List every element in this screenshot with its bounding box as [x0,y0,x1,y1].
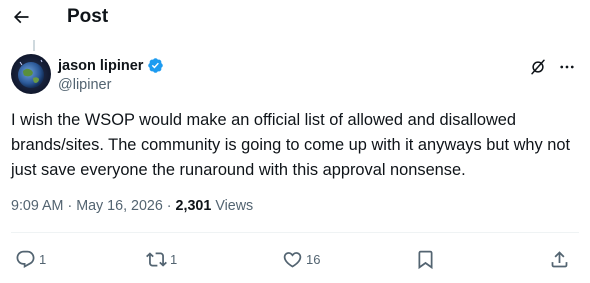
action-bar: 1 1 16 [0,246,590,272]
post-text: I wish the WSOP would make an official l… [11,111,575,179]
post-date[interactable]: May 16, 2026 [76,198,163,214]
more-icon [560,65,574,69]
grok-button[interactable] [528,57,548,77]
page-title: Post [67,6,109,27]
more-button[interactable] [555,57,579,77]
thread-line [33,40,35,51]
back-button[interactable] [8,4,34,30]
share-icon [551,250,568,267]
repost-icon [146,251,167,267]
reply-count: 1 [39,251,47,267]
repost-count: 1 [170,251,178,267]
reply-button[interactable]: 1 [15,246,46,272]
bookmark-icon [418,250,433,269]
meta-separator: · [63,198,77,214]
views-label: Views [215,198,254,214]
repost-button[interactable]: 1 [146,246,177,272]
header: Post [0,0,590,36]
views-count: 2,301 [175,198,212,214]
bookmark-button[interactable] [415,246,436,272]
like-button[interactable]: 16 [282,246,320,272]
post-meta: 9:09 AM · May 16, 2026 · 2,301 Views [11,198,253,214]
share-button[interactable] [549,246,570,272]
author-handle[interactable]: @lipiner [58,77,111,93]
divider [11,232,579,233]
author-name-row: jason lipiner [58,57,164,74]
grok-icon [531,59,545,75]
post-page: Post jason lipiner @lipiner I wish the W… [0,0,590,283]
author-display-name[interactable]: jason lipiner [58,58,143,74]
post-time[interactable]: 9:09 AM [11,198,63,214]
verified-badge-icon[interactable] [147,57,164,74]
avatar-image [11,54,51,94]
reply-icon [16,250,35,268]
like-count: 16 [306,251,321,267]
meta-separator: · [162,198,176,214]
arrow-left-icon [13,10,29,24]
avatar[interactable] [11,54,51,94]
like-icon [283,251,302,268]
